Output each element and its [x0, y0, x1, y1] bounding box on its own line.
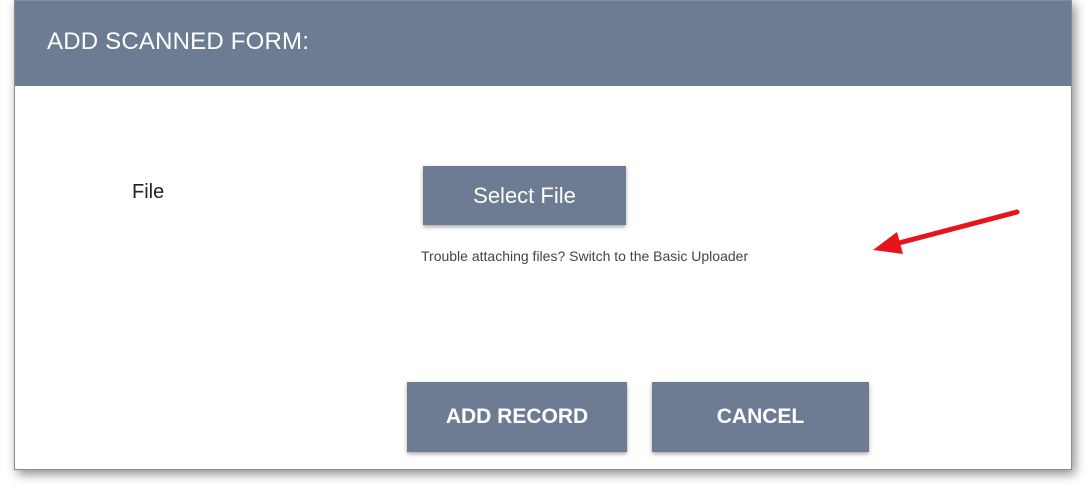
basic-uploader-link[interactable]: Trouble attaching files? Switch to the B… — [421, 248, 748, 264]
add-scanned-form-dialog: ADD SCANNED FORM: File Select File Troub… — [14, 0, 1072, 470]
file-field-label: File — [132, 181, 165, 203]
add-record-button[interactable]: ADD RECORD — [407, 382, 627, 452]
cancel-button[interactable]: CANCEL — [652, 382, 869, 452]
select-file-button[interactable]: Select File — [423, 166, 626, 225]
dialog-header: ADD SCANNED FORM: — [15, 1, 1071, 86]
dialog-title: ADD SCANNED FORM: — [47, 28, 310, 55]
